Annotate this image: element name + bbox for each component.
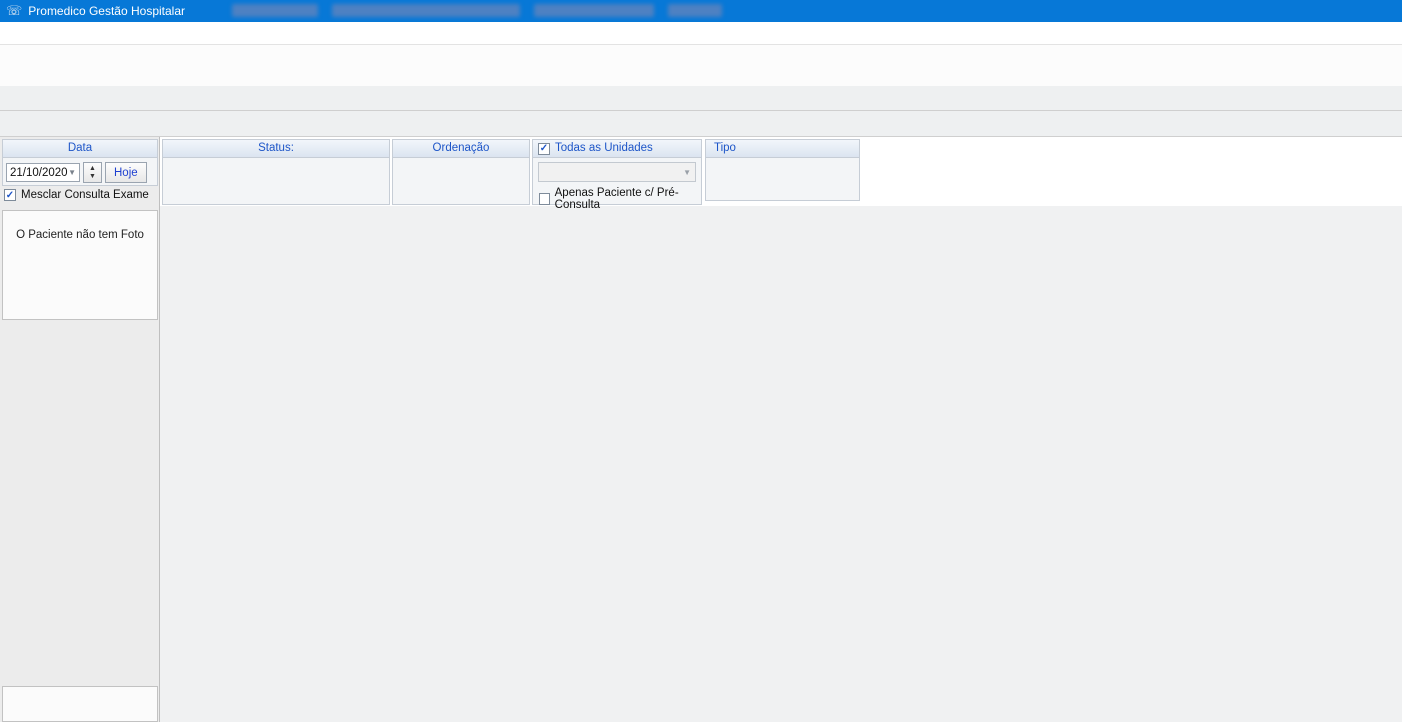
order-panel-header: Ordenação [393, 140, 529, 158]
pre-consulta-checkbox[interactable]: Apenas Paciente c/ Pré-Consulta [539, 187, 701, 211]
pre-consulta-label: Apenas Paciente c/ Pré-Consulta [555, 187, 701, 211]
chevron-down-icon: ▼ [68, 168, 76, 177]
merge-consult-exam-label: Mesclar Consulta Exame [21, 189, 149, 201]
all-units-label: Todas as Unidades [555, 140, 653, 157]
unit-select[interactable]: ▼ [538, 162, 696, 182]
toolbar [0, 45, 1402, 87]
sidebar-empty-panel [2, 686, 158, 722]
date-panel-header: Data [3, 140, 157, 158]
title-bar: ☏ Promedico Gestão Hospitalar [0, 0, 1402, 22]
checkbox-checked-icon: ✓ [4, 189, 16, 201]
order-filter-panel: Ordenação [392, 139, 530, 205]
app-icon: ☏ [6, 3, 22, 19]
window-title: Promedico Gestão Hospitalar [28, 4, 185, 18]
redacted-text [534, 4, 654, 17]
type-panel-header: Tipo [706, 140, 859, 158]
redacted-text [232, 4, 318, 17]
checkbox-checked-icon: ✓ [538, 143, 550, 155]
checkbox-unchecked-icon [539, 193, 550, 205]
patient-photo-placeholder: O Paciente não tem Foto [2, 210, 158, 320]
date-input[interactable]: 21/10/2020 ▼ [6, 163, 80, 182]
today-button[interactable]: Hoje [105, 162, 147, 183]
date-panel: Data 21/10/2020 ▼ ▲▼ Hoje [2, 139, 158, 186]
app-window: ☏ Promedico Gestão Hospitalar Data 21/10… [0, 0, 1402, 722]
no-photo-text: O Paciente não tem Foto [16, 229, 144, 319]
all-units-checkbox[interactable]: ✓ Todas as Unidades [533, 140, 701, 158]
chevron-down-icon: ▼ [683, 168, 691, 177]
date-value: 21/10/2020 [10, 167, 68, 179]
redacted-text [332, 4, 520, 17]
redacted-text [668, 4, 722, 17]
main-tab-bar [0, 86, 1402, 111]
status-filter-panel: Status: [162, 139, 390, 205]
type-filter-panel: Tipo [705, 139, 860, 201]
sub-tab-bar [0, 111, 1402, 137]
status-panel-header: Status: [163, 140, 389, 158]
date-spinner[interactable]: ▲▼ [83, 162, 102, 183]
merge-consult-exam-checkbox[interactable]: ✓ Mesclar Consulta Exame [4, 189, 149, 201]
menu-bar [0, 22, 1402, 45]
units-filter-panel: ✓ Todas as Unidades ▼ Apenas Paciente c/… [532, 139, 702, 205]
